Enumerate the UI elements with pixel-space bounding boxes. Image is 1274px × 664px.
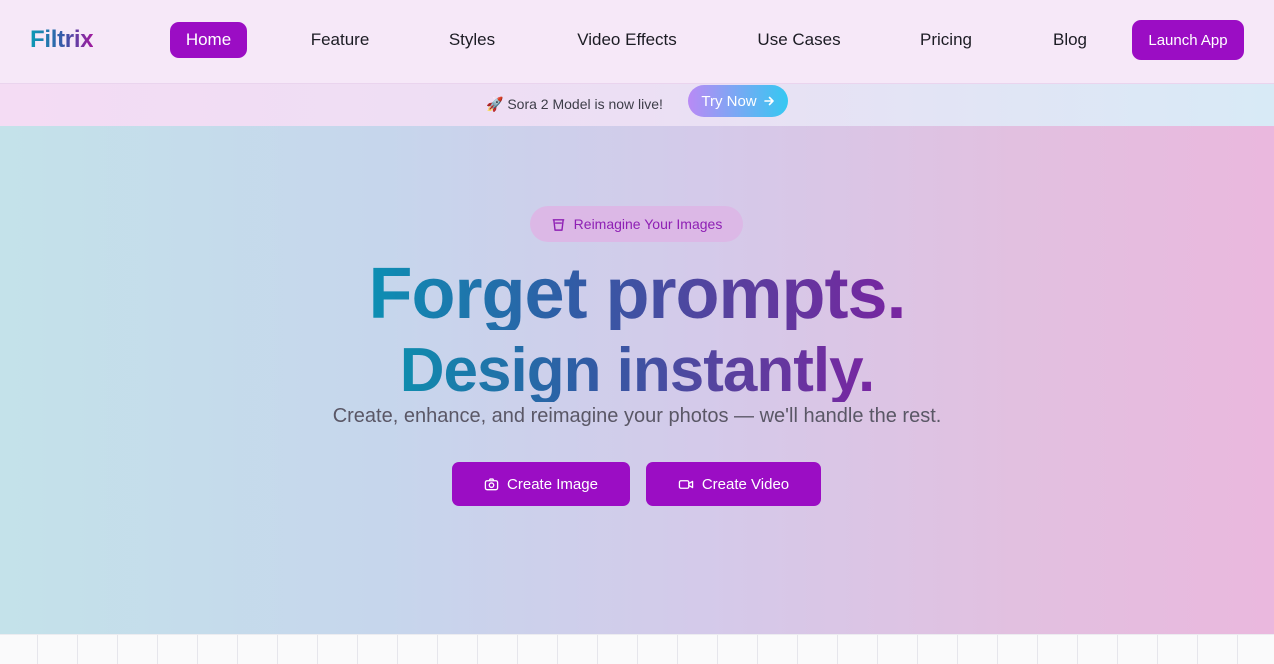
create-image-button[interactable]: Create Image xyxy=(452,462,630,506)
bucket-icon xyxy=(551,217,566,232)
try-now-button[interactable]: Try Now xyxy=(688,85,788,117)
brand-logo[interactable]: Filtrix xyxy=(30,26,94,54)
hero-subtitle: Create, enhance, and reimagine your phot… xyxy=(332,405,942,427)
nav-item-feature[interactable]: Feature xyxy=(300,22,380,58)
create-image-label: Create Image xyxy=(507,475,598,493)
arrow-right-icon xyxy=(763,95,775,107)
nav-item-blog[interactable]: Blog xyxy=(1044,22,1096,58)
nav-item-video-effects[interactable]: Video Effects xyxy=(567,22,687,58)
hero-badge-label: Reimagine Your Images xyxy=(573,216,723,232)
nav-item-styles[interactable]: Styles xyxy=(438,22,506,58)
announcement-text: 🚀 Sora 2 Model is now live! xyxy=(486,96,663,112)
nav-item-home[interactable]: Home xyxy=(170,22,247,58)
nav-item-use-cases[interactable]: Use Cases xyxy=(748,22,850,58)
camera-icon xyxy=(484,477,499,492)
nav-item-pricing[interactable]: Pricing xyxy=(910,22,982,58)
launch-app-button[interactable]: Launch App xyxy=(1132,20,1244,60)
try-now-label: Try Now xyxy=(701,92,757,110)
video-icon xyxy=(678,477,694,492)
hero-headline-line1: Forget prompts. xyxy=(0,258,1274,330)
hero-badge: Reimagine Your Images xyxy=(530,206,743,242)
grid-background-strip xyxy=(0,634,1274,664)
create-video-label: Create Video xyxy=(701,475,790,493)
top-navbar: Filtrix Home Feature Styles Video Effect… xyxy=(0,0,1274,84)
hero-headline-line2: Design instantly. xyxy=(0,340,1274,402)
announcement-bar: 🚀 Sora 2 Model is now live! xyxy=(0,84,1274,126)
create-video-button[interactable]: Create Video xyxy=(646,462,821,506)
